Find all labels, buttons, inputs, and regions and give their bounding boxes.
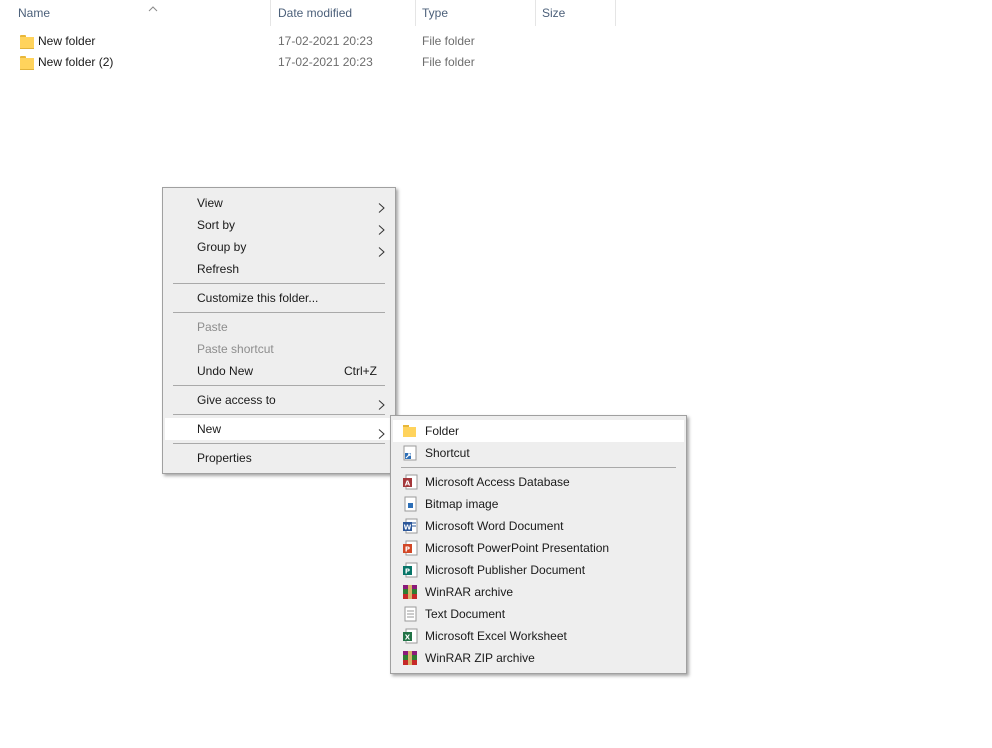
column-name-label: Name xyxy=(18,6,51,20)
column-size[interactable]: Size xyxy=(536,0,616,26)
file-row[interactable]: New folder (2) 17-02-2021 20:23 File fol… xyxy=(12,52,616,73)
access-icon: A xyxy=(402,474,418,490)
menu-separator xyxy=(173,443,385,444)
menu-item-customize-folder[interactable]: Customize this folder... xyxy=(165,287,393,309)
file-explorer: Name Date modified Type Size New folder … xyxy=(0,0,992,748)
submenu-item-label: Microsoft Excel Worksheet xyxy=(425,629,567,643)
menu-item-label: Give access to xyxy=(197,393,276,407)
submenu-item-winrar-zip[interactable]: WinRAR ZIP archive xyxy=(393,647,684,669)
submenu-item-bitmap[interactable]: Bitmap image xyxy=(393,493,684,515)
submenu-item-label: Bitmap image xyxy=(425,497,499,511)
menu-item-label: Customize this folder... xyxy=(197,291,319,305)
menu-item-label: Properties xyxy=(197,451,252,465)
menu-item-paste: Paste xyxy=(165,316,393,338)
submenu-item-word[interactable]: W Microsoft Word Document xyxy=(393,515,684,537)
file-row[interactable]: New folder 17-02-2021 20:23 File folder xyxy=(12,31,616,52)
menu-item-label: New xyxy=(197,422,222,436)
submenu-item-label: Shortcut xyxy=(425,446,470,460)
submenu-item-folder[interactable]: Folder xyxy=(393,420,684,442)
column-type-label: Type xyxy=(422,6,449,20)
svg-text:X: X xyxy=(405,634,411,642)
file-date: 17-02-2021 20:23 xyxy=(278,55,373,69)
chevron-right-icon xyxy=(378,242,385,257)
column-size-label: Size xyxy=(542,6,566,20)
menu-item-label: Paste xyxy=(197,320,228,334)
submenu-item-shortcut[interactable]: Shortcut xyxy=(393,442,684,464)
column-type[interactable]: Type xyxy=(416,0,536,26)
submenu-item-label: WinRAR ZIP archive xyxy=(425,651,535,665)
shortcut-icon xyxy=(402,445,418,461)
menu-separator xyxy=(173,312,385,313)
submenu-item-label: Folder xyxy=(425,424,460,438)
submenu-item-text-document[interactable]: Text Document xyxy=(393,603,684,625)
publisher-icon: P xyxy=(402,562,418,578)
submenu-item-winrar[interactable]: WinRAR archive xyxy=(393,581,684,603)
menu-item-label: Undo New xyxy=(197,364,254,378)
menu-item-undo-new[interactable]: Undo New Ctrl+Z xyxy=(165,360,393,382)
word-icon: W xyxy=(402,518,418,534)
menu-separator xyxy=(401,467,676,468)
submenu-item-label: WinRAR archive xyxy=(425,585,514,599)
submenu-item-label: Microsoft Publisher Document xyxy=(425,563,586,577)
menu-item-give-access[interactable]: Give access to xyxy=(165,389,393,411)
menu-separator xyxy=(173,283,385,284)
file-name: New folder (2) xyxy=(38,55,114,69)
submenu-item-label: Microsoft Access Database xyxy=(425,475,570,489)
bitmap-icon xyxy=(402,496,418,512)
text-document-icon xyxy=(402,606,418,622)
winrar-icon xyxy=(402,584,418,600)
chevron-right-icon xyxy=(378,424,385,439)
file-type: File folder xyxy=(422,34,475,48)
menu-item-sort-by[interactable]: Sort by xyxy=(165,214,393,236)
menu-separator xyxy=(173,414,385,415)
menu-item-properties[interactable]: Properties xyxy=(165,447,393,469)
column-date-modified[interactable]: Date modified xyxy=(272,0,416,26)
new-submenu: Folder Shortcut A Microsoft Access Datab… xyxy=(390,415,687,674)
submenu-item-label: Text Document xyxy=(425,607,506,621)
menu-item-group-by[interactable]: Group by xyxy=(165,236,393,258)
submenu-item-label: Microsoft PowerPoint Presentation xyxy=(425,541,610,555)
file-type: File folder xyxy=(422,55,475,69)
powerpoint-icon: P xyxy=(402,540,418,556)
submenu-item-label: Microsoft Word Document xyxy=(425,519,564,533)
menu-separator xyxy=(173,385,385,386)
menu-item-label: Sort by xyxy=(197,218,236,232)
menu-item-view[interactable]: View xyxy=(165,192,393,214)
menu-item-new[interactable]: New xyxy=(165,418,393,440)
submenu-item-excel[interactable]: X Microsoft Excel Worksheet xyxy=(393,625,684,647)
submenu-item-powerpoint[interactable]: P Microsoft PowerPoint Presentation xyxy=(393,537,684,559)
menu-item-label: Group by xyxy=(197,240,247,254)
column-name[interactable]: Name xyxy=(12,0,271,26)
folder-icon xyxy=(402,423,418,439)
chevron-right-icon xyxy=(378,198,385,213)
excel-icon: X xyxy=(402,628,418,644)
folder-icon xyxy=(20,35,34,49)
menu-item-paste-shortcut: Paste shortcut xyxy=(165,338,393,360)
menu-item-label: Refresh xyxy=(197,262,240,276)
column-date-label: Date modified xyxy=(278,6,353,20)
svg-text:P: P xyxy=(405,568,410,576)
keyboard-shortcut: Ctrl+Z xyxy=(344,364,377,378)
context-menu: View Sort by Group by Refresh Customize … xyxy=(162,187,396,474)
column-header: Name Date modified Type Size xyxy=(0,0,620,26)
menu-item-refresh[interactable]: Refresh xyxy=(165,258,393,280)
chevron-right-icon xyxy=(378,220,385,235)
winrar-zip-icon xyxy=(402,650,418,666)
sort-ascending-icon xyxy=(148,0,158,12)
menu-item-label: Paste shortcut xyxy=(197,342,274,356)
menu-item-label: View xyxy=(197,196,223,210)
chevron-right-icon xyxy=(378,395,385,410)
submenu-item-access[interactable]: A Microsoft Access Database xyxy=(393,471,684,493)
folder-icon xyxy=(20,56,34,70)
file-date: 17-02-2021 20:23 xyxy=(278,34,373,48)
svg-text:A: A xyxy=(405,480,411,488)
svg-text:P: P xyxy=(405,546,410,554)
svg-text:W: W xyxy=(404,524,412,532)
file-name: New folder xyxy=(38,34,96,48)
submenu-item-publisher[interactable]: P Microsoft Publisher Document xyxy=(393,559,684,581)
